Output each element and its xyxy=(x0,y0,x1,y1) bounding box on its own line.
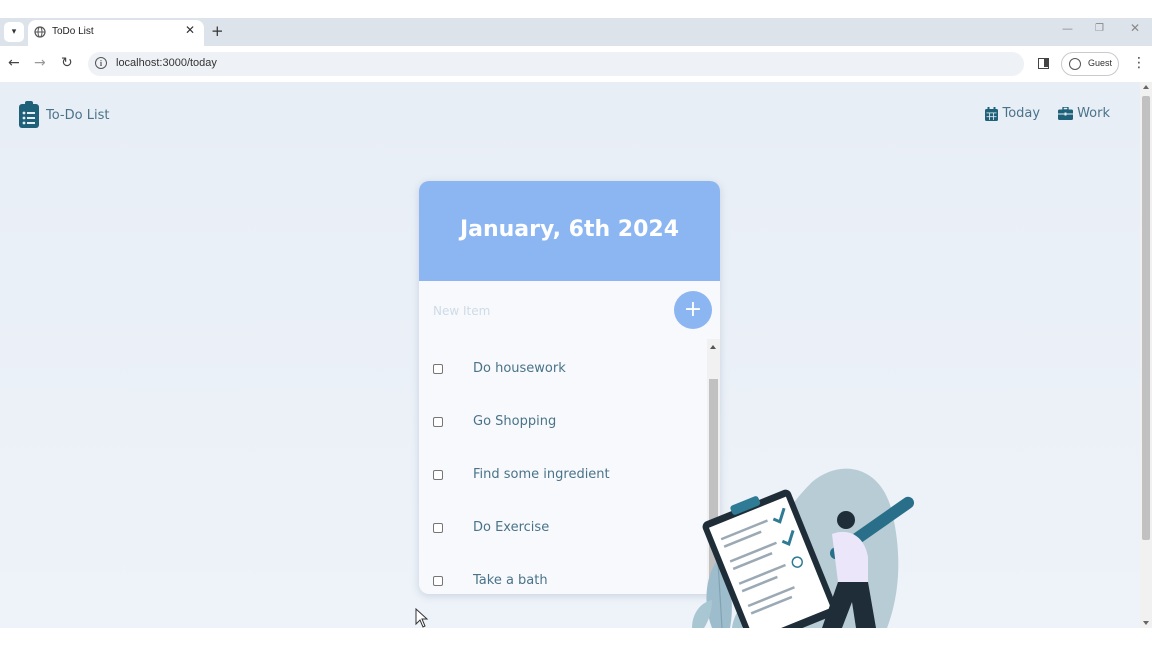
briefcase-icon xyxy=(1058,107,1074,120)
close-tab-icon[interactable]: ✕ xyxy=(185,23,195,37)
todo-list[interactable]: Do housework Go Shopping Find some ingre… xyxy=(419,339,707,594)
profile-avatar-icon xyxy=(1069,58,1081,70)
new-tab-button[interactable]: + xyxy=(211,22,224,40)
nav-today[interactable]: Today xyxy=(985,106,1040,121)
tab-title: ToDo List xyxy=(52,26,94,37)
side-panel-icon[interactable] xyxy=(1038,58,1049,69)
item-checkbox[interactable] xyxy=(433,470,443,480)
item-label: Do housework xyxy=(473,361,566,376)
reload-icon[interactable]: ↻ xyxy=(61,54,73,72)
forward-arrow-icon[interactable]: → xyxy=(34,54,46,72)
item-checkbox[interactable] xyxy=(433,364,443,374)
clipboard-list-icon xyxy=(19,101,39,128)
scroll-down-arrow-icon[interactable] xyxy=(1143,621,1149,625)
brand-label: To-Do List xyxy=(46,107,110,123)
list-item: Go Shopping xyxy=(419,404,707,457)
item-label: Find some ingredient xyxy=(473,467,610,482)
add-item-button[interactable]: + xyxy=(674,291,712,329)
address-bar[interactable]: i localhost:3000/today xyxy=(88,52,1024,76)
site-info-icon[interactable]: i xyxy=(95,57,107,69)
tab-bar: ▾ ToDo List ✕ + — ❐ ✕ xyxy=(0,18,1152,46)
calendar-icon xyxy=(985,106,999,121)
browser-tab[interactable]: ToDo List ✕ xyxy=(28,20,204,46)
item-label: Take a bath xyxy=(473,573,548,588)
back-arrow-icon[interactable]: ← xyxy=(8,54,20,72)
tab-search-button[interactable]: ▾ xyxy=(4,22,24,42)
profile-button[interactable]: Guest xyxy=(1061,52,1119,76)
minimize-icon[interactable]: — xyxy=(1062,22,1073,35)
scroll-up-arrow-icon[interactable] xyxy=(710,345,716,349)
item-label: Go Shopping xyxy=(473,414,557,429)
page-scrollbar-thumb[interactable] xyxy=(1142,96,1150,540)
page-content: To-Do List Today Work January, 6th 2024 … xyxy=(0,82,1140,628)
url-text: localhost:3000/today xyxy=(116,57,217,69)
list-item: Find some ingredient xyxy=(419,457,707,510)
window-close-icon[interactable]: ✕ xyxy=(1130,21,1140,35)
list-item: Do housework xyxy=(419,351,707,404)
item-checkbox[interactable] xyxy=(433,576,443,586)
kebab-menu-icon[interactable]: ⋮ xyxy=(1132,54,1146,72)
nav-work[interactable]: Work xyxy=(1058,106,1110,121)
nav-today-label: Today xyxy=(1002,106,1041,121)
page-scrollbar[interactable] xyxy=(1140,82,1152,628)
item-label: Do Exercise xyxy=(473,520,550,535)
bottom-strip xyxy=(0,628,1152,648)
chevron-down-icon: ▾ xyxy=(11,27,17,37)
browser-toolbar: ← → ↻ i localhost:3000/today Guest ⋮ xyxy=(0,46,1152,83)
brand[interactable]: To-Do List xyxy=(18,100,109,130)
list-item: Do Exercise xyxy=(419,510,707,563)
list-item: Take a bath xyxy=(419,563,707,594)
top-strip xyxy=(0,0,1152,18)
date-heading: January, 6th 2024 xyxy=(459,217,680,242)
top-nav: Today Work xyxy=(985,106,1110,121)
scroll-up-arrow-icon[interactable] xyxy=(1143,85,1149,89)
item-checkbox[interactable] xyxy=(433,523,443,533)
globe-icon xyxy=(34,26,46,38)
checklist-illustration xyxy=(692,468,915,628)
new-item-form: + xyxy=(419,281,720,339)
card-header: January, 6th 2024 xyxy=(419,181,720,281)
nav-work-label: Work xyxy=(1077,106,1110,121)
profile-label: Guest xyxy=(1088,58,1113,68)
item-checkbox[interactable] xyxy=(433,417,443,427)
restore-icon[interactable]: ❐ xyxy=(1095,23,1104,34)
mouse-cursor-icon xyxy=(415,608,429,628)
new-item-input[interactable] xyxy=(431,297,675,325)
